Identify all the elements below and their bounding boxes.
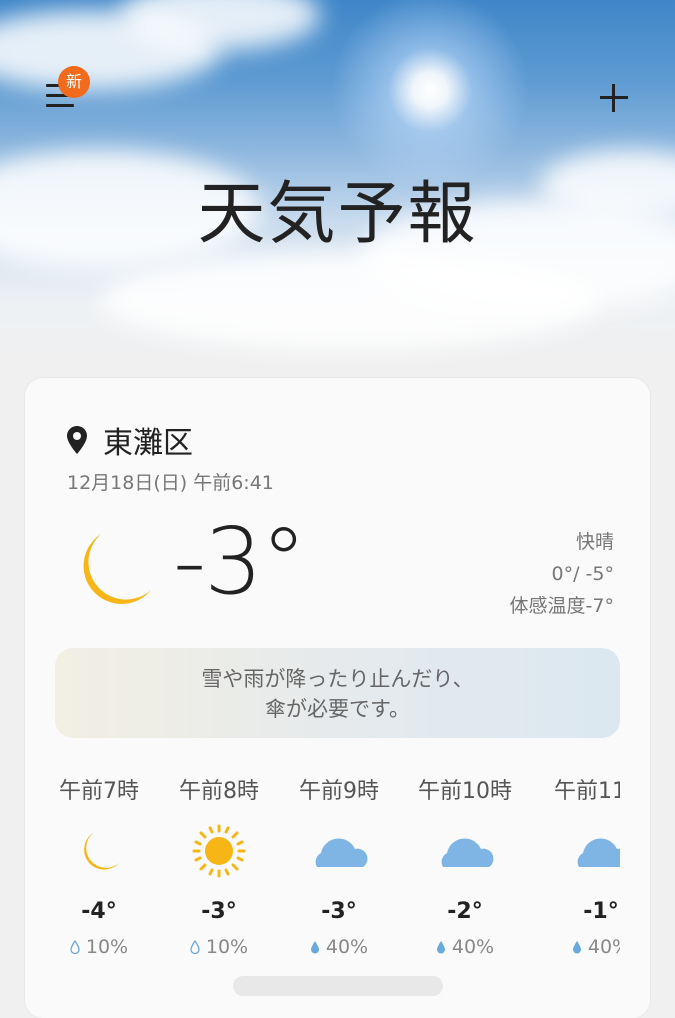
hourly-forecast[interactable]: 午前7時 -4° 10% 午前8時 -3° 10% 午前9時 -3° 40% 午… [25, 773, 620, 963]
current-weather-card[interactable]: 東灘区 12月18日(日) 午前6:41 -3° 快晴 0°/ -5° 体感温度… [25, 378, 650, 1018]
precip-value: 10% [205, 936, 249, 958]
hour-temperature: -3° [321, 899, 357, 924]
precip-chance: 10% [39, 936, 159, 958]
hour-label: 午前10時 [418, 779, 512, 804]
new-badge: 新 [58, 66, 90, 98]
feels-like-temp: 体感温度-7° [509, 595, 614, 617]
hourly-item: 午前7時 -4° 10% [39, 773, 159, 958]
water-drop-icon [572, 941, 581, 954]
hourly-item: 午前10時 -2° 40% [405, 773, 525, 958]
hour-temperature: -4° [81, 899, 117, 924]
precip-chance: 10% [159, 936, 279, 958]
location-pin-icon [67, 426, 87, 454]
expand-handle[interactable] [233, 976, 443, 996]
advice-line: 傘が必要です。 [265, 697, 410, 721]
cloud-icon [577, 838, 620, 867]
menu-icon-bar [46, 104, 74, 107]
add-location-button[interactable] [598, 82, 630, 114]
precip-value: 10% [85, 936, 129, 958]
updated-datetime: 12月18日(日) 午前6:41 [67, 472, 274, 494]
hour-label: 午前7時 [59, 779, 139, 804]
moon-icon [83, 534, 151, 604]
precip-chance: 40% [279, 936, 399, 958]
water-drop-icon [436, 941, 445, 954]
location-name: 東灘区 [103, 426, 193, 461]
sun-icon [192, 824, 246, 878]
condition-text: 快晴 [575, 531, 614, 553]
hourly-item: 午前8時 -3° 10% [159, 773, 279, 958]
moon-icon [84, 833, 119, 870]
precip-chance: 40% [541, 936, 620, 958]
high-low-temp: 0°/ -5° [551, 563, 614, 585]
precip-value: 40% [325, 936, 369, 958]
water-drop-icon [190, 940, 200, 954]
hour-label: 午前9時 [299, 779, 379, 804]
plus-icon-stroke [612, 84, 615, 112]
cloud-icon [315, 838, 368, 867]
cloud-icon [441, 838, 494, 867]
hourly-item: 午前9時 -3° 40% [279, 773, 399, 958]
hour-label: 午前11時 [554, 779, 620, 804]
weather-summary: 快晴 0°/ -5° 体感温度-7° [510, 526, 614, 622]
page-title: 天気予報 [197, 175, 478, 254]
hour-temperature: -3° [201, 899, 237, 924]
cloud-decoration [100, 250, 600, 350]
hour-temperature: -1° [583, 899, 619, 924]
weather-advice: 雪や雨が降ったり止んだり、 傘が必要です。 [55, 648, 620, 738]
precip-value: 40% [587, 936, 620, 958]
water-drop-icon [310, 941, 319, 954]
hourly-item: 午前11時 -1° 40% [541, 773, 620, 958]
location-row[interactable]: 東灘区 [65, 420, 193, 461]
precip-value: 40% [451, 936, 495, 958]
precip-chance: 40% [405, 936, 525, 958]
hour-label: 午前8時 [179, 779, 259, 804]
advice-line: 雪や雨が降ったり止んだり、 [201, 667, 474, 691]
current-temperature: -3° [173, 508, 307, 615]
hour-temperature: -2° [447, 899, 483, 924]
water-drop-icon [70, 940, 80, 954]
